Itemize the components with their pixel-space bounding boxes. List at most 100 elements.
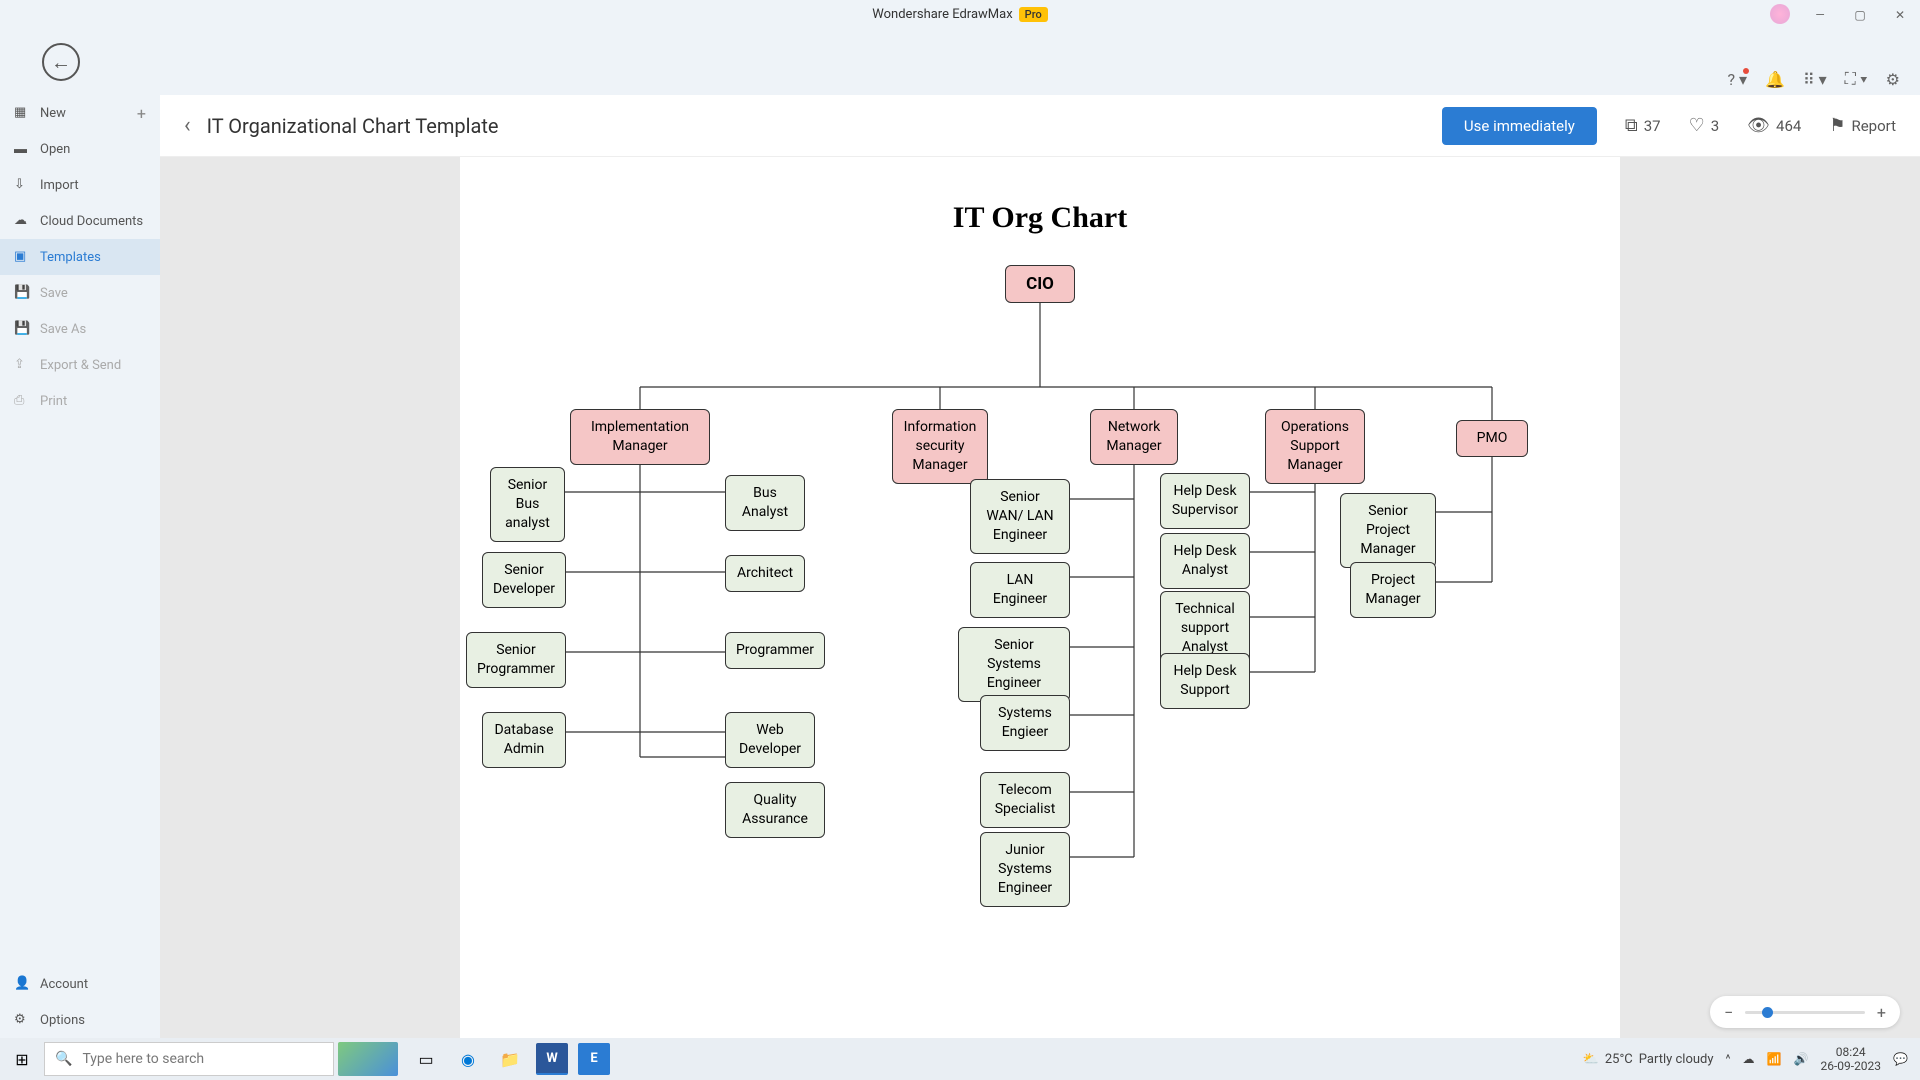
copies-stat[interactable]: ⧉37 — [1625, 115, 1661, 136]
maximize-button[interactable]: ▢ — [1840, 0, 1880, 29]
node-sr-prog[interactable]: Senior Programmer — [466, 632, 566, 688]
zoom-slider[interactable] — [1745, 1011, 1865, 1014]
close-button[interactable]: ✕ — [1880, 0, 1920, 29]
tray-clock[interactable]: 08:24 26-09-2023 — [1820, 1045, 1881, 1074]
minimize-button[interactable]: — — [1800, 0, 1840, 29]
search-icon: 🔍 — [55, 1051, 72, 1067]
sidebar-item-options[interactable]: ⚙ Options — [0, 1002, 160, 1038]
tray-notifications-icon[interactable]: 💬 — [1893, 1052, 1908, 1066]
taskbar-search[interactable]: 🔍 Type here to search — [44, 1042, 334, 1076]
tray-onedrive-icon[interactable]: ☁ — [1743, 1052, 1755, 1066]
node-impl-mgr[interactable]: Implementation Manager — [570, 409, 710, 465]
account-icon: 👤 — [14, 976, 30, 992]
node-sr-pm[interactable]: Senior Project Manager — [1340, 493, 1436, 568]
word-icon[interactable]: W — [536, 1043, 568, 1075]
sidebar-label: Save — [40, 286, 68, 301]
tray-date: 26-09-2023 — [1820, 1059, 1881, 1073]
content-header: ‹ IT Organizational Chart Template Use i… — [160, 95, 1920, 157]
print-icon: ⎙ — [14, 393, 30, 409]
sidebar-label: Export & Send — [40, 358, 121, 373]
node-lan-eng[interactable]: LAN Engineer — [970, 562, 1070, 618]
tray-volume-icon[interactable]: 🔊 — [1794, 1052, 1809, 1066]
bell-icon[interactable]: 🔔 — [1765, 70, 1785, 89]
sidebar-item-account[interactable]: 👤 Account — [0, 966, 160, 1002]
explorer-icon[interactable]: 📁 — [494, 1043, 526, 1075]
canvas-area[interactable]: IT Org Chart — [160, 157, 1920, 1038]
weather-temp: 25°C — [1605, 1052, 1633, 1067]
new-icon: ▦ — [14, 105, 30, 121]
node-cio[interactable]: CIO — [1005, 265, 1075, 303]
sidebar-item-save: 💾 Save — [0, 275, 160, 311]
node-net-mgr[interactable]: Network Manager — [1090, 409, 1178, 465]
likes-stat[interactable]: ♡3 — [1689, 115, 1720, 136]
node-web-dev[interactable]: Web Developer — [725, 712, 815, 768]
tray-chevron-icon[interactable]: ^ — [1726, 1052, 1731, 1066]
weather-widget[interactable]: ⛅ 25°C Partly cloudy — [1583, 1052, 1714, 1067]
weather-icon: ⛅ — [1583, 1052, 1599, 1067]
sidebar-item-open[interactable]: ▬ Open — [0, 131, 160, 167]
saveas-icon: 💾 — [14, 321, 30, 337]
node-hd-sup[interactable]: Help Desk Supervisor — [1160, 473, 1250, 529]
weather-desc: Partly cloudy — [1639, 1052, 1714, 1067]
tray-wifi-icon[interactable]: 📶 — [1767, 1052, 1782, 1066]
zoom-control[interactable]: − + — [1710, 996, 1900, 1028]
sidebar-item-print: ⎙ Print — [0, 383, 160, 419]
report-button[interactable]: ⚑Report — [1829, 115, 1896, 136]
apps-icon[interactable]: ⠿ ▾ — [1803, 70, 1827, 89]
node-sr-wan[interactable]: Senior WAN/ LAN Engineer — [970, 479, 1070, 554]
node-telecom[interactable]: Telecom Specialist — [980, 772, 1070, 828]
zoom-out-button[interactable]: − — [1724, 1003, 1733, 1022]
task-view-icon[interactable]: ▭ — [410, 1043, 442, 1075]
save-icon: 💾 — [14, 285, 30, 301]
plus-icon[interactable]: + — [137, 104, 146, 123]
heart-icon: ♡ — [1689, 115, 1705, 136]
sidebar-item-new[interactable]: ▦ New + — [0, 95, 160, 131]
sidebar-label: Save As — [40, 322, 86, 337]
node-sr-bus[interactable]: Senior Bus analyst — [490, 467, 565, 542]
back-button[interactable]: ← — [42, 43, 80, 81]
gear-icon[interactable]: ⚙ — [1886, 70, 1900, 89]
import-icon: ⇩ — [14, 177, 30, 193]
node-infosec-mgr[interactable]: Information security Manager — [892, 409, 988, 484]
options-icon: ⚙ — [14, 1012, 30, 1028]
node-hd-analyst[interactable]: Help Desk Analyst — [1160, 533, 1250, 589]
edge-icon[interactable]: ◉ — [452, 1043, 484, 1075]
gift-icon[interactable]: ⛶ ▾ — [1845, 69, 1868, 89]
sidebar-item-templates[interactable]: ▣ Templates — [0, 239, 160, 275]
edrawmax-icon[interactable]: E — [578, 1043, 610, 1075]
org-chart-canvas: IT Org Chart — [460, 157, 1620, 1038]
cloud-icon: ☁ — [14, 213, 30, 229]
export-icon: ⇪ — [14, 357, 30, 373]
help-icon[interactable]: ? ▾ — [1727, 70, 1747, 89]
sidebar-label: Account — [40, 977, 88, 992]
node-hd-support[interactable]: Help Desk Support — [1160, 653, 1250, 709]
back-chevron-icon[interactable]: ‹ — [184, 113, 191, 138]
node-sr-dev[interactable]: Senior Developer — [482, 552, 566, 608]
sidebar-item-import[interactable]: ⇩ Import — [0, 167, 160, 203]
user-avatar-icon[interactable] — [1770, 4, 1790, 24]
sidebar-item-cloud[interactable]: ☁ Cloud Documents — [0, 203, 160, 239]
node-architect[interactable]: Architect — [725, 555, 805, 592]
node-jr-sys[interactable]: Junior Systems Engineer — [980, 832, 1070, 907]
node-programmer[interactable]: Programmer — [725, 632, 825, 669]
window-controls: — ▢ ✕ — [1800, 0, 1920, 29]
node-pm[interactable]: Project Manager — [1350, 562, 1436, 618]
sidebar-label: Cloud Documents — [40, 214, 143, 229]
node-ops-mgr[interactable]: Operations Support Manager — [1265, 409, 1365, 484]
node-qa[interactable]: Quality Assurance — [725, 782, 825, 838]
node-pmo[interactable]: PMO — [1456, 420, 1528, 457]
sidebar: ▦ New + ▬ Open ⇩ Import ☁ Cloud Document… — [0, 95, 160, 1038]
sidebar-label: Templates — [40, 250, 101, 265]
node-sys-eng[interactable]: Systems Engieer — [980, 695, 1070, 751]
chart-title: IT Org Chart — [460, 201, 1620, 235]
node-sr-sys[interactable]: Senior Systems Engineer — [958, 627, 1070, 702]
search-placeholder: Type here to search — [82, 1051, 204, 1067]
node-db-admin[interactable]: Database Admin — [482, 712, 566, 768]
start-button[interactable]: ⊞ — [0, 1050, 44, 1069]
tray-time: 08:24 — [1820, 1045, 1881, 1059]
cortana-icon[interactable] — [338, 1042, 398, 1076]
node-bus-analyst[interactable]: Bus Analyst — [725, 475, 805, 531]
use-immediately-button[interactable]: Use immediately — [1442, 107, 1597, 145]
zoom-in-button[interactable]: + — [1877, 1003, 1886, 1022]
views-stat: 👁464 — [1747, 115, 1801, 136]
